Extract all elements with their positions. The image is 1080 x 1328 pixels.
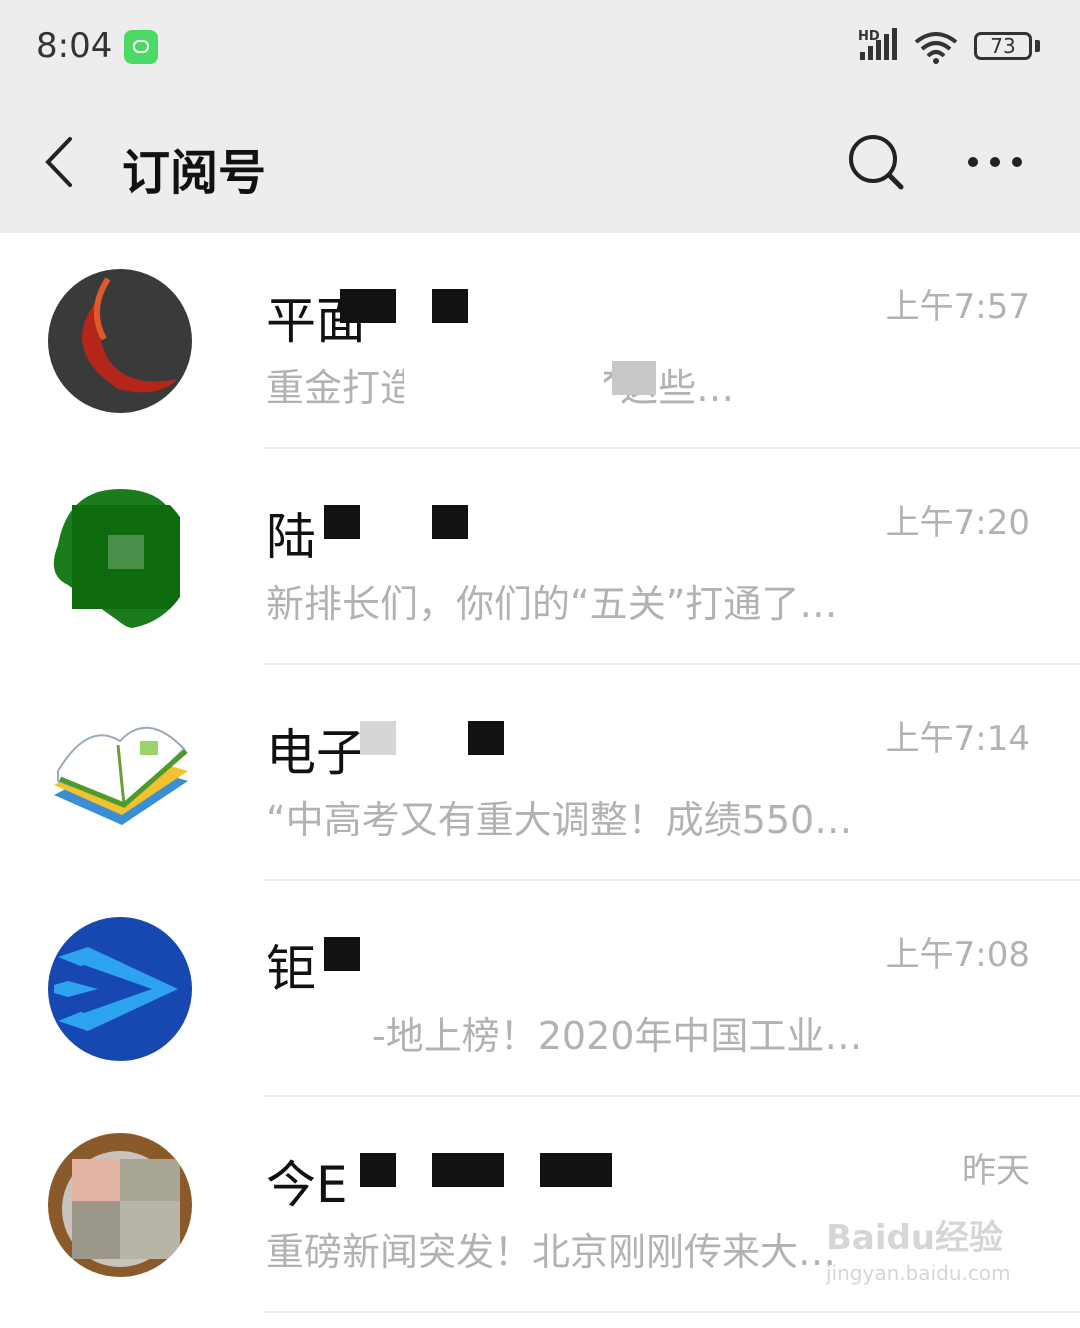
redaction-block [324, 505, 360, 539]
account-name: 电子 [266, 724, 366, 782]
redaction-block [540, 1153, 612, 1187]
message-time: 上午7:14 [885, 719, 1030, 759]
search-icon[interactable] [846, 132, 906, 192]
divider [264, 1311, 1080, 1313]
message-preview: “中高考又有重大调整！成绩550… [266, 798, 853, 842]
redaction-block [360, 721, 396, 755]
redaction-block [432, 289, 468, 323]
watermark-url: jingyan.baidu.com [826, 1261, 1011, 1285]
account-name: 钜 [266, 940, 316, 998]
redaction-block [324, 937, 360, 971]
account-name: 陆 [266, 508, 316, 566]
battery-indicator: 73 [974, 32, 1032, 60]
redaction-block [468, 721, 504, 755]
list-item[interactable]: 钜 上午7:08 -地上榜！2020年中国工业… [0, 881, 1080, 1097]
battery-level: 73 [990, 34, 1016, 58]
redaction-block [404, 359, 604, 415]
message-time: 昨天 [962, 1151, 1030, 1191]
status-time: 8:04 [36, 26, 113, 66]
app-notification-icon [124, 30, 158, 64]
list-item[interactable]: 电子 上午7:14 “中高考又有重大调整！成绩550… [0, 665, 1080, 881]
avatar [48, 701, 192, 845]
avatar [48, 917, 192, 1061]
message-time: 上午7:08 [885, 935, 1030, 975]
redaction-block [432, 505, 468, 539]
avatar [48, 269, 192, 413]
message-preview: 新排长们，你们的“五关”打通了… [266, 582, 838, 626]
redaction-block [340, 289, 396, 323]
list-item[interactable]: 陆 上午7:20 新排长们，你们的“五关”打通了… [0, 449, 1080, 665]
baidu-watermark: Baidu经验 jingyan.baidu.com [826, 1210, 1036, 1310]
watermark-brand: Baidu经验 [826, 1218, 1004, 1258]
subscription-list: 平面 上午7:57 重金打造的… 是用了这些… 陆 上午7:20 新排长们，你们… [0, 233, 1080, 1313]
message-time: 上午7:20 [885, 503, 1030, 543]
page-title: 订阅号 [122, 145, 267, 201]
signal-icon: HD [858, 28, 897, 60]
message-preview: 重磅新闻突发！北京刚刚传来大… [266, 1230, 837, 1274]
wifi-icon [914, 32, 958, 64]
more-options-icon[interactable] [966, 155, 1024, 169]
account-name: 今E [266, 1156, 348, 1214]
header: 8:04 HD 73 订阅号 [0, 0, 1080, 233]
battery-tip [1035, 40, 1040, 52]
list-item[interactable]: 平面 上午7:57 重金打造的… 是用了这些… [0, 233, 1080, 449]
redaction-block [432, 1153, 504, 1187]
avatar [48, 485, 192, 629]
back-arrow-icon[interactable] [42, 135, 76, 189]
redaction-block [360, 1153, 396, 1187]
avatar [48, 1133, 192, 1277]
message-preview: -地上榜！2020年中国工业… [372, 1014, 863, 1058]
redaction-block [612, 361, 656, 395]
message-time: 上午7:57 [885, 287, 1030, 327]
